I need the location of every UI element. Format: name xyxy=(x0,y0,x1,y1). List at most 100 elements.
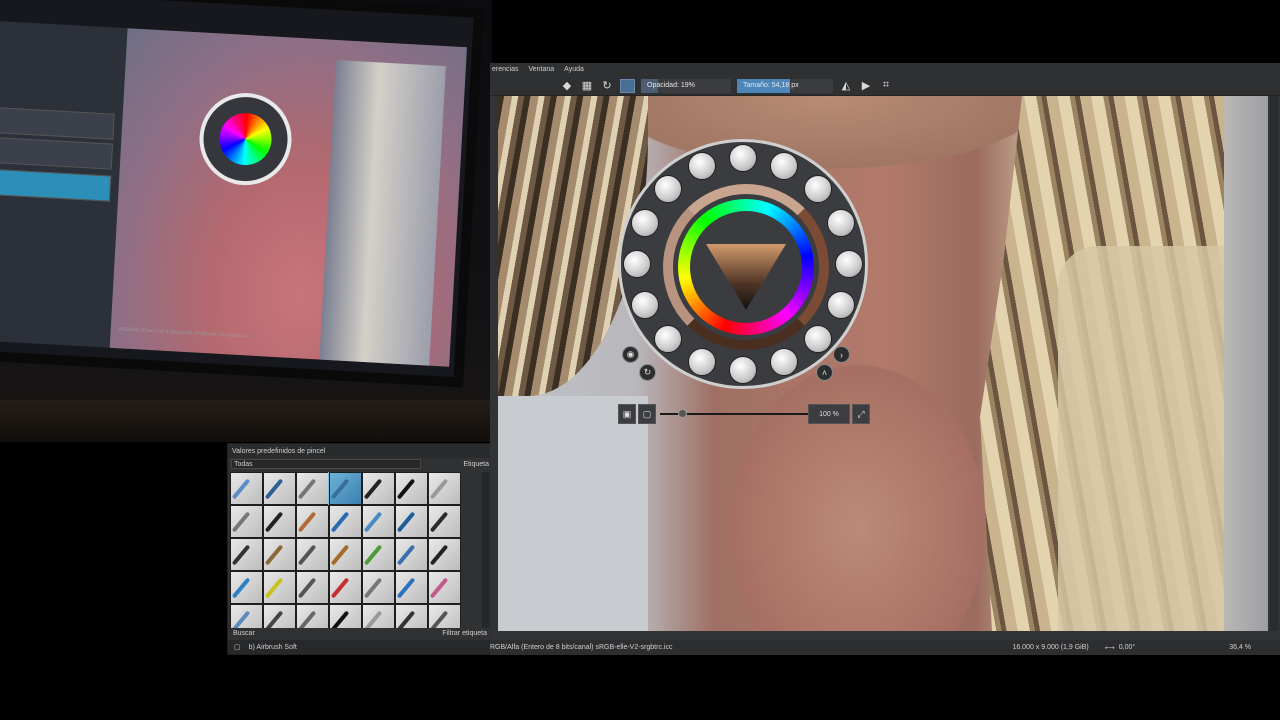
brush-preset-tile[interactable] xyxy=(296,571,329,604)
menu-window[interactable]: Ventana xyxy=(528,66,554,73)
opacity-label: Opacidad: 19% xyxy=(647,82,695,89)
brush-preset-tile[interactable] xyxy=(428,604,461,628)
brush-preset-tile[interactable] xyxy=(263,505,296,538)
tag-icon[interactable]: ◉ xyxy=(622,346,639,363)
reset-icon[interactable]: ↻ xyxy=(639,364,656,381)
brush-preset-tile[interactable] xyxy=(362,538,395,571)
brush-preset-tile[interactable] xyxy=(263,571,296,604)
status-color-space: RGB/Alfa (Entero de 8 bits/canal) sRGB-e… xyxy=(490,644,673,651)
canvas-only-icon[interactable]: ▢ xyxy=(638,404,656,424)
palette-brush-slot[interactable] xyxy=(835,250,863,278)
brush-preset-tile[interactable] xyxy=(296,538,329,571)
palette-brush-slot[interactable] xyxy=(826,290,855,319)
tag-filter-value: Todas xyxy=(234,460,253,468)
brush-preset-tile[interactable] xyxy=(428,472,461,505)
palette-brush-slot[interactable] xyxy=(631,209,660,238)
brush-preset-tile[interactable] xyxy=(263,472,296,505)
palette-brush-slot[interactable] xyxy=(623,250,651,278)
brush-preset-tile[interactable] xyxy=(329,505,362,538)
brush-preset-tile[interactable] xyxy=(296,505,329,538)
brush-preset-tile[interactable] xyxy=(428,505,461,538)
palette-brush-slot[interactable] xyxy=(688,347,717,376)
mirror-horizontal-icon[interactable]: ◭ xyxy=(839,79,853,93)
alpha-lock-icon[interactable]: ▦ xyxy=(580,79,594,93)
brush-preset-tile[interactable] xyxy=(362,505,395,538)
popup-palette[interactable] xyxy=(618,139,868,389)
palette-brush-slot[interactable] xyxy=(729,144,757,172)
brush-preset-tile[interactable] xyxy=(395,571,428,604)
brush-preset-tile[interactable] xyxy=(328,472,363,506)
brush-preset-tile[interactable] xyxy=(296,604,329,628)
crop-icon[interactable]: ⌗ xyxy=(879,79,893,93)
palette-zoom-bar: ▣ ▢ 100 % ⤢ xyxy=(618,404,870,424)
search-input[interactable]: Buscar xyxy=(233,630,255,637)
size-slider[interactable]: Tamaño: 54,18 px xyxy=(737,78,833,93)
chevron-up-icon[interactable]: ˄ xyxy=(816,364,833,381)
menu-preferences[interactable]: erencias xyxy=(492,66,518,73)
zoom-label: 100 % xyxy=(819,410,839,418)
palette-brush-slot[interactable] xyxy=(631,290,660,319)
brush-preset-tile[interactable] xyxy=(329,538,362,571)
brush-preset-tile[interactable] xyxy=(395,604,428,628)
brush-preset-tile[interactable] xyxy=(329,571,362,604)
palette-brush-slot[interactable] xyxy=(654,175,683,204)
fit-view-icon[interactable]: ▣ xyxy=(618,404,636,424)
current-brush-name: b) Airbrush Soft xyxy=(248,643,297,651)
brush-preset-tile[interactable] xyxy=(395,538,428,571)
tag-filter-dropdown[interactable]: Todas xyxy=(231,459,421,469)
menu-help[interactable]: Ayuda xyxy=(564,66,584,73)
brush-preset-tile[interactable] xyxy=(296,472,329,505)
brush-preset-tile[interactable] xyxy=(230,538,263,571)
docker-title: Valores predefinidos de pincel xyxy=(232,447,326,455)
palette-brush-slot[interactable] xyxy=(803,175,832,204)
palette-brush-slot[interactable] xyxy=(826,209,855,238)
brush-preset-tile[interactable] xyxy=(230,472,263,505)
brush-preset-tile[interactable] xyxy=(329,604,362,628)
canvas-scrollbar[interactable] xyxy=(1270,96,1278,631)
brush-preset-tile[interactable] xyxy=(362,604,395,628)
rotation-icon: ⟷ xyxy=(1104,644,1115,652)
palette-brush-slot[interactable] xyxy=(769,152,798,181)
palette-brush-slot[interactable] xyxy=(769,347,798,376)
monitor-layer xyxy=(0,136,114,170)
filter-tag-checkbox[interactable]: Filtrar etiqueta xyxy=(442,630,487,637)
brush-preset-tile[interactable] xyxy=(428,538,461,571)
status-dimensions: 16.000 x 9.000 (1,9 GiB) xyxy=(1012,644,1089,651)
brush-preset-tile[interactable] xyxy=(230,604,263,628)
palette-brush-slot[interactable] xyxy=(803,324,832,353)
brush-preset-tile[interactable] xyxy=(263,604,296,628)
mirror-vertical-icon[interactable]: ▶ xyxy=(859,79,873,93)
opacity-slider[interactable]: Opacidad: 19% xyxy=(641,78,731,93)
painting-canvas[interactable]: ◉ ↻ › ˄ ▣ ▢ 100 % ⤢ xyxy=(498,96,1268,631)
brush-preset-tile[interactable] xyxy=(362,472,395,505)
brush-toolbar: ◆ ▦ ↻ Opacidad: 19% Tamaño: 54,18 px ◭ ▶… xyxy=(490,76,1280,96)
current-brush-bar: ▢ b) Airbrush Soft xyxy=(228,640,492,654)
brush-preset-tile[interactable] xyxy=(362,571,395,604)
fullscreen-icon[interactable]: ⤢ xyxy=(852,404,870,424)
palette-brush-slot[interactable] xyxy=(688,152,717,181)
menubar: erencias Ventana Ayuda xyxy=(490,63,1280,76)
presets-scrollbar[interactable] xyxy=(482,472,490,628)
monitor-layers-panel xyxy=(0,20,128,348)
zoom-value[interactable]: 100 % xyxy=(808,404,850,424)
zoom-slider-handle[interactable] xyxy=(678,409,687,418)
brush-preset-tile[interactable] xyxy=(230,505,263,538)
monitor-layer xyxy=(0,107,115,140)
status-zoom: 36,4 % xyxy=(1229,644,1252,651)
size-label: Tamaño: 54,18 px xyxy=(743,82,799,89)
reload-icon[interactable]: ↻ xyxy=(600,79,614,93)
tag-button[interactable]: Etiqueta xyxy=(463,461,489,468)
color-swatch[interactable] xyxy=(620,78,635,93)
palette-brush-slot[interactable] xyxy=(654,324,683,353)
status-bar: RGB/Alfa (Entero de 8 bits/canal) sRGB-e… xyxy=(490,640,1280,655)
brush-preset-tile[interactable] xyxy=(395,505,428,538)
brush-preset-tile[interactable] xyxy=(263,538,296,571)
canvas-gray-area xyxy=(498,396,648,631)
brush-preset-tile[interactable] xyxy=(230,571,263,604)
chevron-right-icon[interactable]: › xyxy=(833,346,850,363)
palette-brush-slot[interactable] xyxy=(729,356,757,384)
brush-preset-tile[interactable] xyxy=(428,571,461,604)
status-rotation: 0,00° xyxy=(1118,644,1136,651)
brush-preset-tile[interactable] xyxy=(395,472,428,505)
eraser-icon[interactable]: ◆ xyxy=(560,79,574,93)
